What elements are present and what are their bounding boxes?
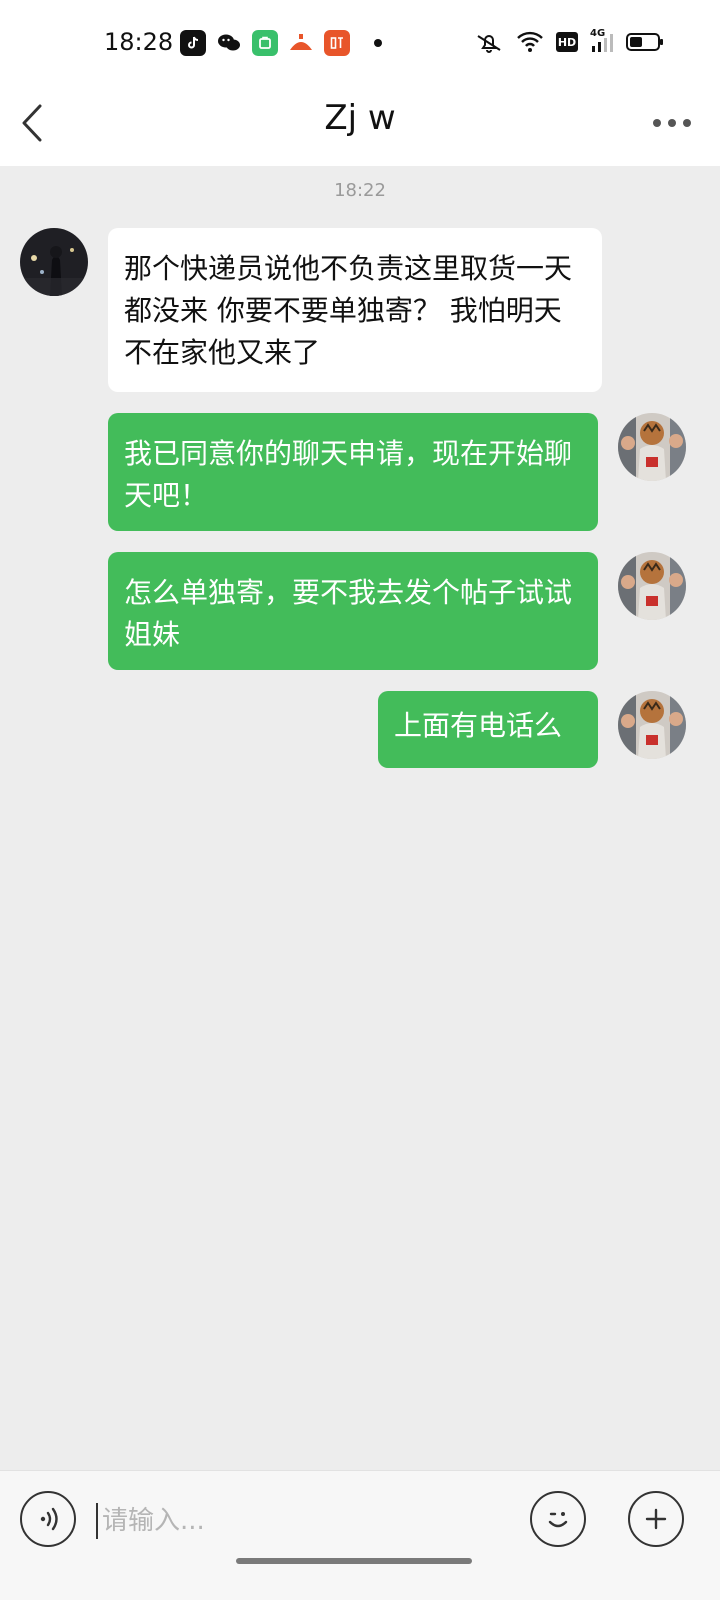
battery-icon: [626, 32, 664, 52]
notification-icons: [180, 30, 382, 56]
contact-avatar[interactable]: [20, 228, 88, 296]
system-icons: HD 4G: [474, 28, 664, 54]
text-caret: [96, 1503, 98, 1539]
green-app-icon: [252, 30, 278, 56]
tiktok-icon: [180, 30, 206, 56]
page-title: Zj w: [324, 98, 396, 138]
more-notifications-dot: [374, 39, 382, 47]
dot: [683, 119, 691, 127]
user-avatar[interactable]: [618, 413, 686, 481]
outgoing-message[interactable]: 上面有电话么: [378, 691, 598, 768]
wifi-icon: [516, 31, 544, 53]
status-bar: 18:28 HD 4G: [0, 0, 720, 80]
radio-app-icon: [324, 30, 350, 56]
message-timestamp: 18:22: [334, 180, 386, 201]
dot: [653, 119, 661, 127]
message-input-bar: 请输入...: [0, 1470, 720, 1600]
chat-screen: 18:28 HD 4G Zj w 18:22 那个快递员说他不负责这里取货一天都…: [0, 0, 720, 1600]
hd-icon: HD: [556, 32, 578, 52]
4g-signal-icon: 4G: [590, 28, 614, 54]
emoji-button[interactable]: [530, 1491, 586, 1547]
mute-icon: [474, 30, 504, 54]
emoji-icon: [548, 1512, 568, 1528]
home-indicator[interactable]: [236, 1558, 472, 1564]
add-more-button[interactable]: [628, 1491, 684, 1547]
more-options-button[interactable]: [650, 108, 694, 138]
voice-icon: [40, 1507, 58, 1531]
outgoing-message[interactable]: 我已同意你的聊天申请，现在开始聊天吧！: [108, 413, 598, 531]
orange-app-icon: [288, 30, 314, 56]
user-avatar[interactable]: [618, 691, 686, 759]
wechat-icon: [216, 30, 242, 56]
voice-button[interactable]: [20, 1491, 76, 1547]
plus-icon: [645, 1508, 667, 1530]
header-bar: Zj w: [0, 80, 720, 166]
status-time: 18:28: [104, 28, 174, 56]
dot: [668, 119, 676, 127]
outgoing-message[interactable]: 怎么单独寄，要不我去发个帖子试试姐妹: [108, 552, 598, 670]
message-input[interactable]: 请输入...: [96, 1499, 496, 1545]
incoming-message[interactable]: 那个快递员说他不负责这里取货一天都没来 你要不要单独寄？ 我怕明天不在家他又来了: [108, 228, 602, 392]
user-avatar[interactable]: [618, 552, 686, 620]
input-placeholder: 请输入...: [102, 1506, 205, 1536]
